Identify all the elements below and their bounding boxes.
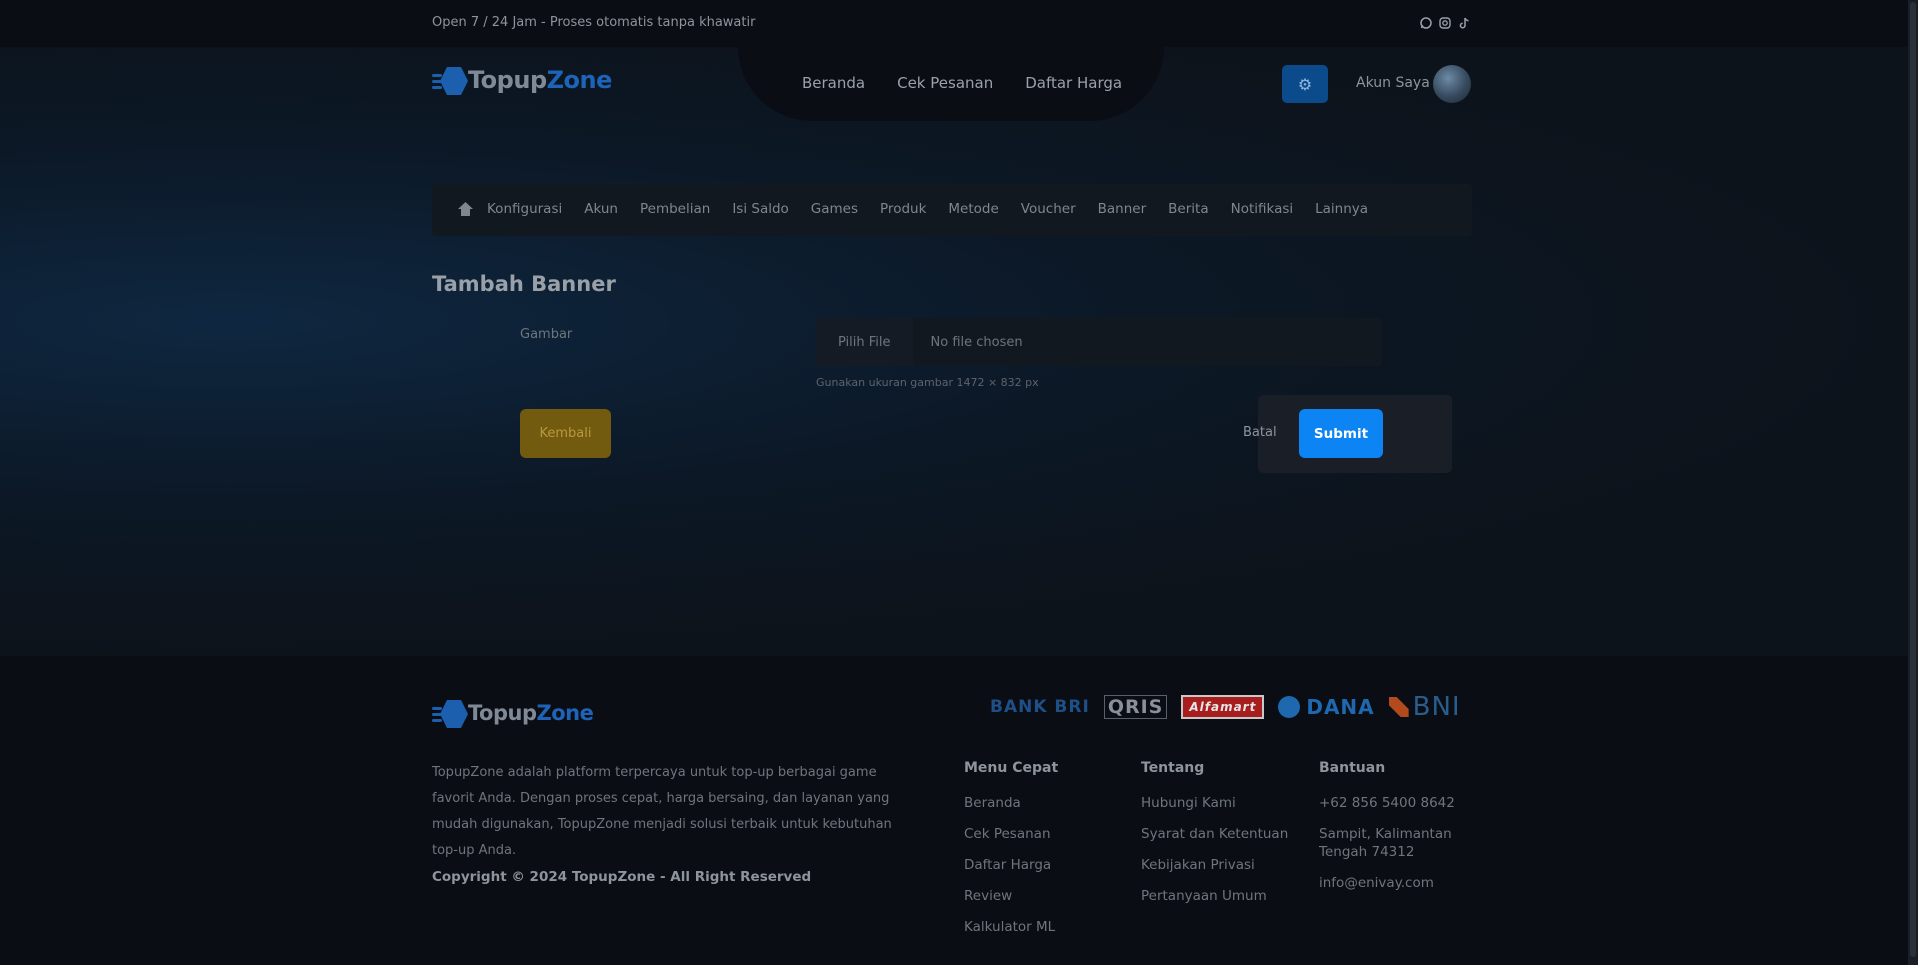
footer-link-pertanyaan[interactable]: Pertanyaan Umum (1141, 887, 1288, 905)
footer-link-beranda[interactable]: Beranda (964, 794, 1058, 812)
image-size-hint: Gunakan ukuran gambar 1472 × 832 px (816, 376, 1039, 389)
payment-alfamart-logo: Alfamart (1181, 695, 1265, 719)
main-header: TopupZone Beranda Cek Pesanan Daftar Har… (0, 47, 1908, 121)
cancel-button[interactable]: Batal (1243, 425, 1277, 440)
payment-bni-logo: BNI (1388, 692, 1461, 722)
logo-mark-icon (432, 65, 468, 95)
footer-link-syarat[interactable]: Syarat dan Ketentuan (1141, 825, 1288, 843)
footer-tentang-title: Tentang (1141, 760, 1205, 776)
admin-nav-produk[interactable]: Produk (880, 201, 926, 217)
image-file-input[interactable]: Pilih File No file chosen (816, 318, 1382, 366)
site-footer: TopupZone BANK BRI QRIS Alfamart DANA BN… (0, 656, 1908, 965)
top-info-bar: Open 7 / 24 Jam - Proses otomatis tanpa … (0, 0, 1908, 47)
copyright-text: Copyright © 2024 TopupZone - All Right R… (432, 869, 812, 885)
back-button[interactable]: Kembali (520, 409, 611, 458)
home-icon[interactable] (458, 202, 473, 216)
settings-button[interactable]: ⚙ (1282, 65, 1328, 103)
admin-nav-banner[interactable]: Banner (1098, 201, 1147, 217)
footer-logo[interactable]: TopupZone (432, 698, 594, 728)
menu-cek-pesanan[interactable]: Cek Pesanan (897, 74, 993, 92)
payment-dana-logo: DANA (1278, 694, 1374, 720)
tiktok-icon[interactable] (1457, 16, 1470, 29)
footer-logo-text: TopupZone (468, 701, 594, 725)
footer-logo-mark-icon (432, 698, 468, 728)
page-scrollbar[interactable] (1908, 0, 1918, 965)
logo-text: TopupZone (468, 66, 612, 94)
footer-description: TopupZone adalah platform terpercaya unt… (432, 765, 892, 858)
open-hours-text: Open 7 / 24 Jam - Proses otomatis tanpa … (432, 15, 756, 30)
footer-phone[interactable]: +62 856 5400 8642 (1319, 794, 1459, 812)
image-field-label: Gambar (520, 327, 573, 342)
footer-link-kalkulator-ml[interactable]: Kalkulator ML (964, 918, 1058, 936)
footer-link-cek-pesanan[interactable]: Cek Pesanan (964, 825, 1058, 843)
dana-mark-icon (1278, 696, 1301, 718)
footer-link-daftar-harga[interactable]: Daftar Harga (964, 856, 1058, 874)
footer-bantuan: Bantuan +62 856 5400 8642 Sampit, Kalima… (1319, 760, 1459, 905)
site-logo[interactable]: TopupZone (432, 65, 612, 95)
scrollbar-thumb[interactable] (1910, 2, 1916, 957)
admin-nav-berita[interactable]: Berita (1168, 201, 1208, 217)
account-label[interactable]: Akun Saya (1356, 75, 1430, 91)
footer-link-kebijakan[interactable]: Kebijakan Privasi (1141, 856, 1288, 874)
avatar[interactable] (1433, 65, 1471, 103)
bni-mark-icon (1388, 697, 1409, 717)
footer-menu-cepat-title: Menu Cepat (964, 760, 1059, 776)
whatsapp-icon[interactable] (1419, 16, 1432, 29)
menu-beranda[interactable]: Beranda (802, 74, 865, 92)
admin-nav-metode[interactable]: Metode (948, 201, 998, 217)
menu-daftar-harga[interactable]: Daftar Harga (1025, 74, 1122, 92)
footer-email[interactable]: info@enivay.com (1319, 874, 1459, 892)
page-title: Tambah Banner (432, 272, 616, 296)
footer-link-hubungi-kami[interactable]: Hubungi Kami (1141, 794, 1288, 812)
main-menu: Beranda Cek Pesanan Daftar Harga (802, 74, 1122, 92)
admin-nav-pembelian[interactable]: Pembelian (640, 201, 710, 217)
admin-nav-games[interactable]: Games (811, 201, 858, 217)
social-links (1419, 16, 1470, 29)
choose-file-button[interactable]: Pilih File (816, 318, 913, 366)
submit-button[interactable]: Submit (1299, 409, 1383, 458)
payment-methods: BANK BRI QRIS Alfamart DANA BNI (990, 692, 1461, 722)
gear-icon: ⚙ (1297, 74, 1313, 94)
payment-qris-logo: QRIS (1103, 695, 1168, 719)
admin-nav-notifikasi[interactable]: Notifikasi (1231, 201, 1294, 217)
instagram-icon[interactable] (1438, 16, 1451, 29)
footer-menu-cepat: Menu Cepat Beranda Cek Pesanan Daftar Ha… (964, 760, 1058, 949)
footer-tentang: Tentang Hubungi Kami Syarat dan Ketentua… (1141, 760, 1288, 918)
admin-nav-lainnya[interactable]: Lainnya (1315, 201, 1368, 217)
file-status-text: No file chosen (930, 334, 1023, 350)
footer-bantuan-title: Bantuan (1319, 760, 1386, 776)
admin-nav-akun[interactable]: Akun (584, 201, 618, 217)
admin-navigation: Konfigurasi Akun Pembelian Isi Saldo Gam… (432, 184, 1472, 236)
admin-nav-voucher[interactable]: Voucher (1021, 201, 1076, 217)
admin-nav-konfigurasi[interactable]: Konfigurasi (487, 201, 562, 217)
payment-bri-logo: BANK BRI (990, 697, 1090, 717)
admin-nav-isi-saldo[interactable]: Isi Saldo (732, 201, 788, 217)
footer-address: Sampit, Kalimantan Tengah 74312 (1319, 826, 1452, 860)
footer-link-review[interactable]: Review (964, 887, 1058, 905)
